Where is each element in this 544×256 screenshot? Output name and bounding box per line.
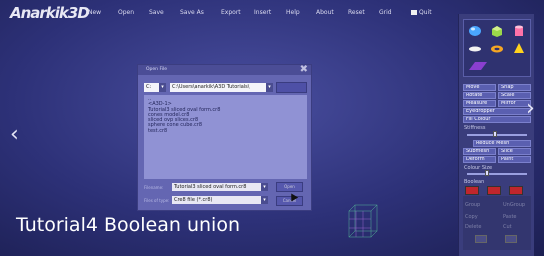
snap-button[interactable]: Snap bbox=[498, 84, 531, 91]
paste-label[interactable]: Paste bbox=[503, 214, 517, 220]
menu-about[interactable]: About bbox=[316, 9, 334, 16]
chevron-down-icon[interactable]: ▾ bbox=[261, 196, 268, 204]
chevron-down-icon[interactable]: ▾ bbox=[261, 183, 268, 191]
prev-arrow-icon[interactable]: ‹ bbox=[10, 124, 19, 146]
tool-panel: Move Snap Rotate Scale Measure Mirror Ey… bbox=[458, 14, 534, 256]
boolean-subtract-swatch[interactable] bbox=[487, 186, 501, 195]
stiffness-label: Stiffness bbox=[464, 125, 486, 131]
menu-new[interactable]: New bbox=[88, 9, 101, 16]
path-select[interactable]: C:\Users\anarkik\A3D Tutorials\ ▾ bbox=[170, 83, 273, 92]
ungroup-label[interactable]: UnGroup bbox=[503, 202, 525, 208]
menu-export[interactable]: Export bbox=[221, 9, 241, 16]
sphere-icon[interactable] bbox=[468, 25, 482, 37]
paint-button[interactable]: Paint bbox=[498, 156, 531, 163]
filename-label: Filename: bbox=[144, 185, 164, 190]
stiffness-slider[interactable] bbox=[467, 134, 527, 136]
file-list[interactable]: .. <A3D-1> Tutorial3 sliced oval form.cr… bbox=[144, 95, 307, 179]
delete-label[interactable]: Delete bbox=[465, 224, 481, 230]
move-button[interactable]: Move bbox=[463, 84, 496, 91]
eyedropper-button[interactable]: Eyedropper bbox=[463, 108, 531, 115]
filetype-select[interactable]: Cre8 file (*.cr8) ▾ bbox=[172, 196, 268, 204]
chevron-down-icon[interactable]: ▾ bbox=[159, 83, 166, 92]
menu-quit[interactable]: Quit bbox=[411, 9, 432, 16]
open-button[interactable]: Open bbox=[276, 182, 303, 192]
cube-icon[interactable] bbox=[490, 25, 504, 37]
menu-save[interactable]: Save bbox=[149, 9, 164, 16]
drive-select[interactable]: C: ▾ bbox=[144, 83, 166, 92]
menu-insert[interactable]: Insert bbox=[254, 9, 271, 16]
list-item[interactable]: test.cr8 bbox=[148, 128, 303, 134]
close-icon[interactable]: ✖ bbox=[300, 65, 308, 75]
chevron-down-icon[interactable]: ▾ bbox=[266, 83, 273, 92]
boolean-label: Boolean bbox=[464, 179, 485, 185]
checkbox-icon[interactable] bbox=[411, 10, 417, 15]
deform-button[interactable]: Deform bbox=[463, 156, 496, 163]
torus-icon[interactable] bbox=[490, 42, 504, 54]
menu-grid[interactable]: Grid bbox=[379, 9, 392, 16]
menu-help[interactable]: Help bbox=[286, 9, 300, 16]
menu-reset[interactable]: Reset bbox=[348, 9, 365, 16]
shape-palette bbox=[463, 19, 531, 77]
filename-field[interactable]: Tutorial3 sliced oval form.cr8 ▾ bbox=[172, 183, 268, 191]
tutorial-caption: Tutorial4 Boolean union bbox=[16, 214, 240, 236]
open-file-dialog: Open File ✖ C: ▾ C:\Users\anarkik\A3D Tut… bbox=[137, 64, 312, 211]
group-label[interactable]: Group bbox=[465, 202, 480, 208]
boolean-union-swatch[interactable] bbox=[465, 186, 479, 195]
flat-disk-icon[interactable] bbox=[468, 42, 482, 54]
dialog-title: Open File bbox=[138, 65, 311, 75]
menu-open[interactable]: Open bbox=[118, 9, 134, 16]
edit-panel: Group UnGroup Copy Paste Delete Cut bbox=[463, 196, 531, 250]
slice-button[interactable]: Slice bbox=[498, 148, 531, 155]
menu-bar: Anarkik3D New Open Save Save As Export I… bbox=[0, 0, 455, 24]
app-logo: Anarkik3D bbox=[10, 4, 90, 22]
stiffness-slider-knob[interactable] bbox=[493, 131, 497, 137]
copy-label[interactable]: Copy bbox=[465, 214, 478, 220]
boolean-intersect-swatch[interactable] bbox=[509, 186, 523, 195]
undo-icon[interactable] bbox=[475, 235, 487, 243]
colour-size-slider[interactable] bbox=[467, 173, 527, 175]
rotate-button[interactable]: Rotate bbox=[463, 92, 496, 99]
wireframe-cube-icon bbox=[348, 204, 378, 238]
submesh-button[interactable]: Submesh bbox=[463, 148, 496, 155]
reduce-mesh-button[interactable]: Reduce Mesh bbox=[473, 140, 531, 147]
go-button[interactable] bbox=[276, 82, 307, 93]
plane-icon[interactable] bbox=[468, 60, 488, 72]
cylinder-icon[interactable] bbox=[512, 25, 526, 37]
cone-icon[interactable] bbox=[512, 42, 526, 54]
measure-button[interactable]: Measure bbox=[463, 100, 496, 107]
redo-icon[interactable] bbox=[505, 235, 517, 243]
next-arrow-icon[interactable]: › bbox=[526, 98, 535, 120]
filetype-label: Files of type: bbox=[144, 198, 170, 203]
colour-size-slider-knob[interactable] bbox=[485, 170, 489, 176]
cut-label[interactable]: Cut bbox=[503, 224, 512, 230]
menu-save-as[interactable]: Save As bbox=[180, 9, 204, 16]
fill-colour-button[interactable]: Fill Colour bbox=[463, 116, 531, 123]
